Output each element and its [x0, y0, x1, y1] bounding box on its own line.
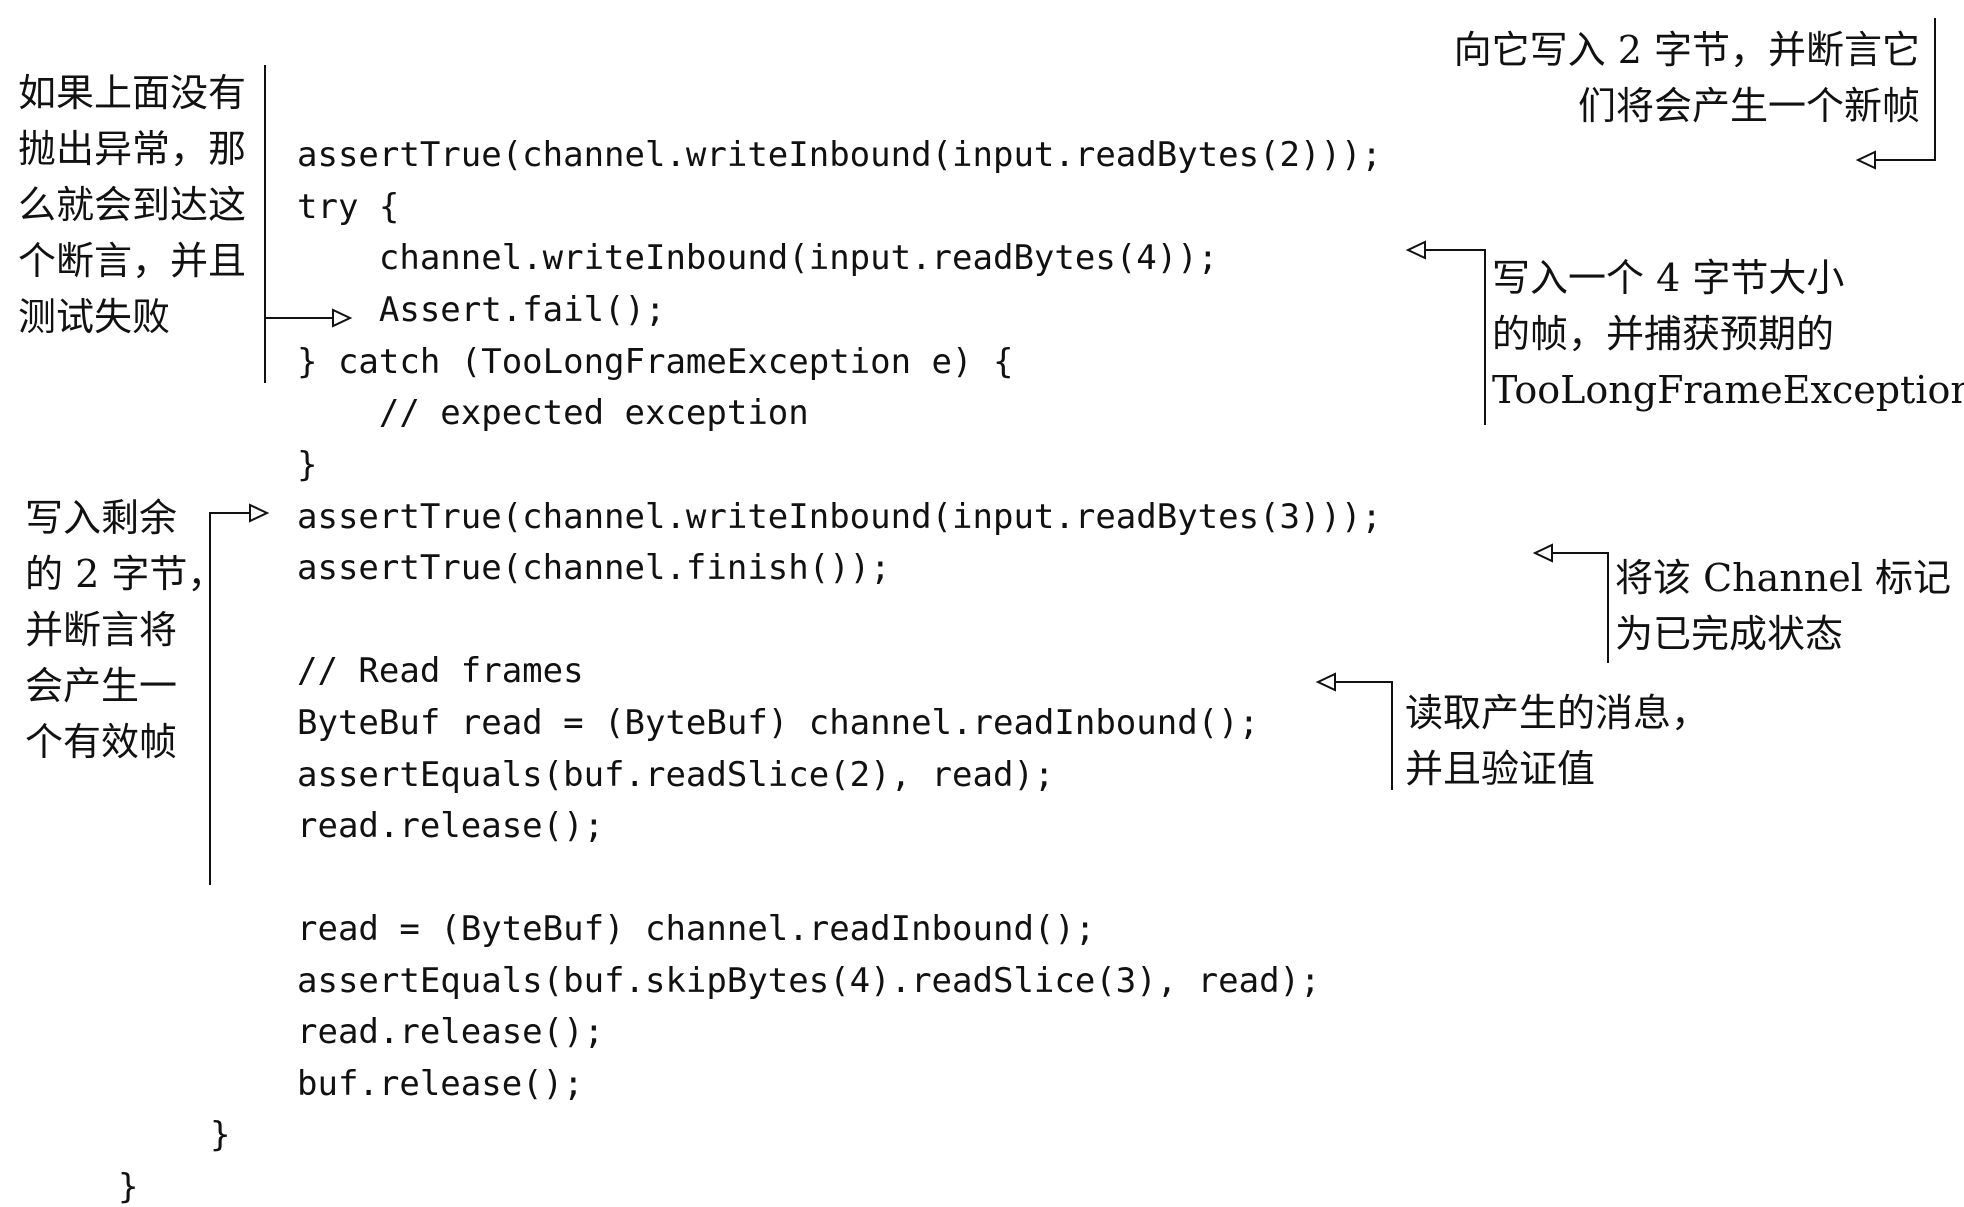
- callout-line-write-four-bytes: [1425, 249, 1486, 425]
- annotation-line: 么就会到达这: [18, 183, 247, 227]
- annotation-no-exception-fail: 如果上面没有 抛出异常，那 么就会到达这 个断言，并且 测试失败: [18, 65, 258, 345]
- annotation-line: 为已完成状态: [1615, 612, 1844, 656]
- arrowhead-write-remaining: [249, 503, 270, 523]
- annotation-line: 将该 Channel 标记: [1615, 556, 1951, 600]
- code-line-20: }: [210, 1115, 231, 1155]
- code-line-18: read.release();: [297, 1012, 605, 1052]
- code-line-4: Assert.fail();: [297, 290, 666, 330]
- code-line-9: assertTrue(channel.finish());: [297, 548, 891, 588]
- code-line-1: assertTrue(channel.writeInbound(input.re…: [297, 135, 1382, 175]
- callout-line-read-messages: [1335, 681, 1393, 790]
- code-line-17: assertEquals(buf.skipBytes(4).readSlice(…: [297, 961, 1321, 1001]
- annotation-line: 写入一个 4 字节大小: [1492, 256, 1845, 300]
- code-line-2: try {: [297, 187, 400, 227]
- annotation-line: 向它写入 2 字节，并断言它: [1453, 28, 1920, 72]
- code-line-19: buf.release();: [297, 1064, 584, 1104]
- annotation-line: TooLongFrameException: [1492, 368, 1964, 412]
- code-line-3: channel.writeInbound(input.readBytes(4))…: [297, 238, 1219, 278]
- annotation-write-four-bytes: 写入一个 4 字节大小 的帧，并捕获预期的 TooLongFrameExcept…: [1492, 250, 1964, 418]
- annotation-line: 的帧，并捕获预期的: [1492, 312, 1835, 356]
- annotation-line: 个有效帧: [25, 720, 178, 764]
- annotation-line: 读取产生的消息，: [1405, 691, 1710, 735]
- code-line-11: // Read frames: [297, 651, 584, 691]
- code-line-14: read.release();: [297, 806, 605, 846]
- arrowhead-write-two-bytes: [1855, 150, 1876, 170]
- arrowhead-mark-finished: [1532, 543, 1553, 563]
- code-line-8: assertTrue(channel.writeInbound(input.re…: [297, 497, 1382, 537]
- arrowhead-write-four-bytes: [1405, 240, 1426, 260]
- annotation-line: 并且验证值: [1405, 747, 1596, 791]
- code-line-6: // expected exception: [297, 393, 809, 433]
- code-line-16: read = (ByteBuf) channel.readInbound();: [297, 909, 1096, 949]
- annotation-line: 们将会产生一个新帧: [1577, 84, 1920, 128]
- annotation-write-two-bytes: 向它写入 2 字节，并断言它 们将会产生一个新帧: [1420, 22, 1920, 134]
- annotation-line: 测试失败: [18, 295, 171, 339]
- annotation-line: 的 2 字节，: [25, 552, 226, 596]
- code-line-13: assertEquals(buf.readSlice(2), read);: [297, 755, 1055, 795]
- code-listing-page: assertTrue(channel.writeInbound(input.re…: [0, 0, 1964, 1206]
- annotation-line: 个断言，并且: [18, 239, 247, 283]
- annotation-line: 并断言将: [25, 608, 178, 652]
- code-line-12: ByteBuf read = (ByteBuf) channel.readInb…: [297, 703, 1260, 743]
- code-line-7: }: [297, 445, 318, 485]
- annotation-write-remaining: 写入剩余 的 2 字节， 并断言将 会产生一 个有效帧: [25, 490, 226, 770]
- annotation-line: 写入剩余: [25, 496, 178, 540]
- code-line-5: } catch (TooLongFrameException e) {: [297, 342, 1014, 382]
- annotation-line: 抛出异常，那: [18, 127, 247, 171]
- callout-line-mark-finished: [1552, 552, 1609, 663]
- annotation-mark-finished: 将该 Channel 标记 为已完成状态: [1615, 550, 1955, 662]
- arrowhead-read-messages: [1315, 672, 1336, 692]
- annotation-line: 如果上面没有: [18, 71, 247, 115]
- annotation-line: 会产生一: [25, 664, 178, 708]
- code-line-21: }: [118, 1167, 139, 1207]
- annotation-read-messages: 读取产生的消息， 并且验证值: [1405, 685, 1745, 797]
